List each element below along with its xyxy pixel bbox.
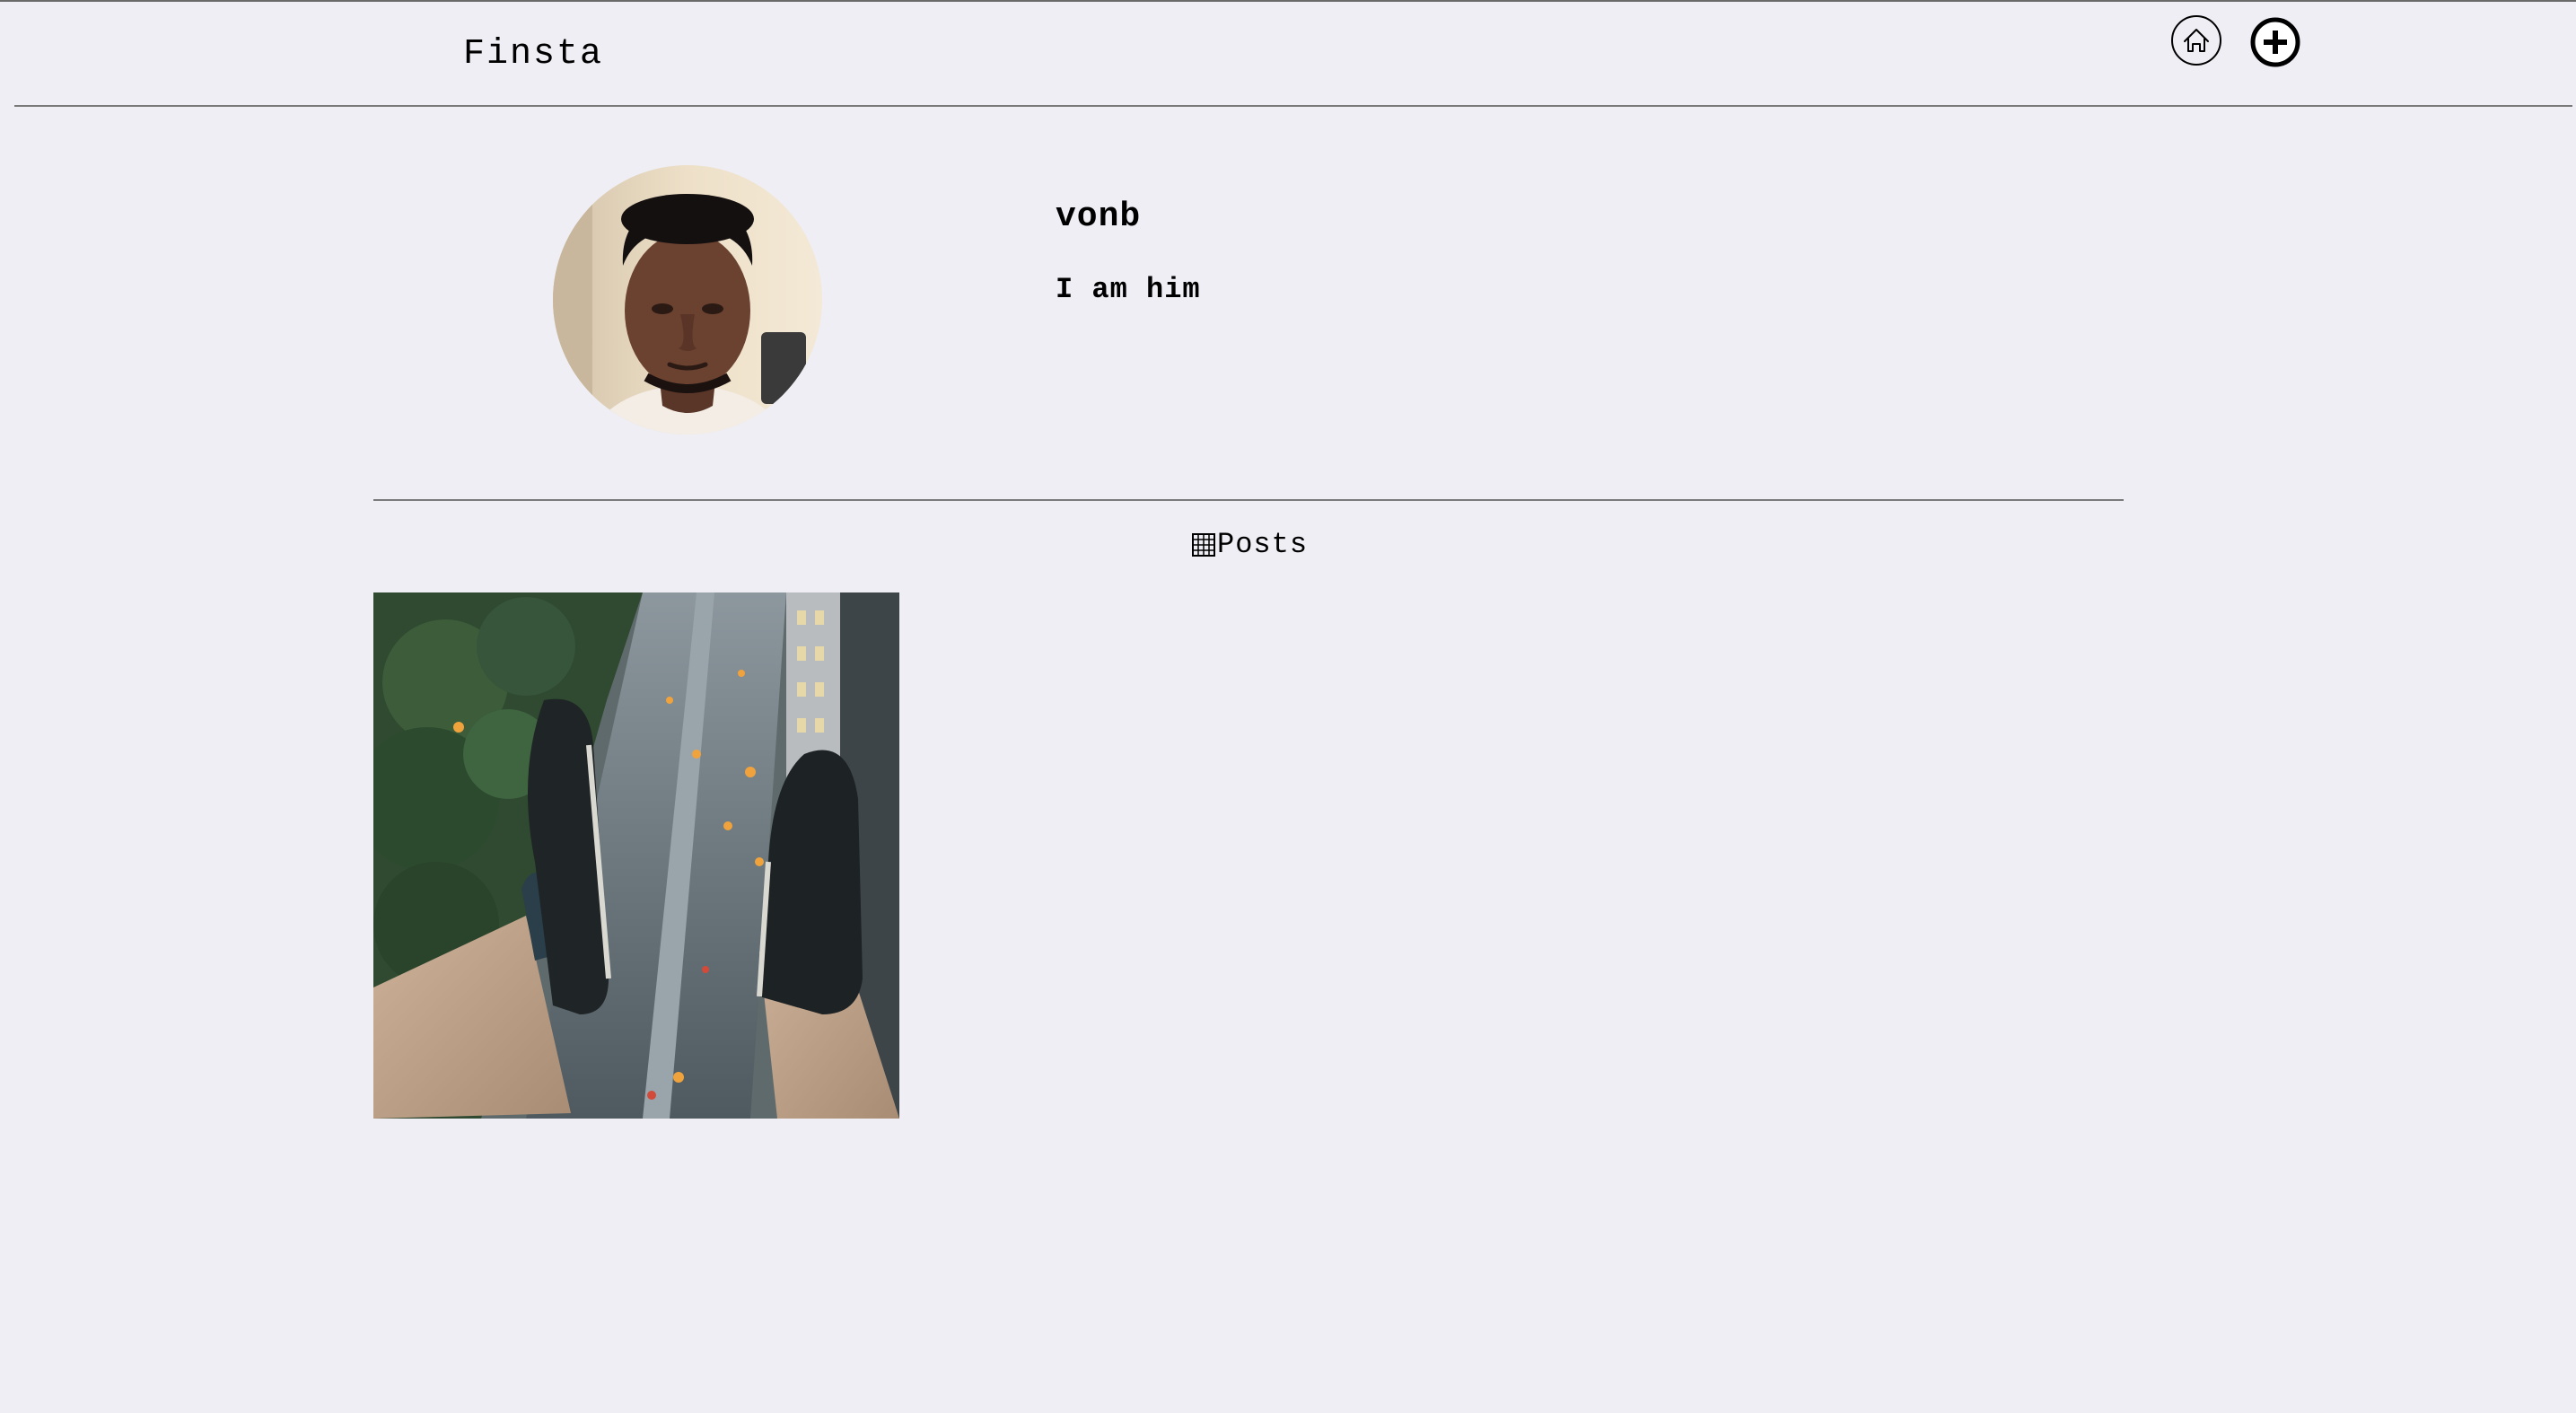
header-divider <box>14 105 2572 107</box>
tab-posts-label: Posts <box>1217 528 1309 561</box>
tab-posts[interactable]: Posts <box>1192 528 1308 561</box>
avatar[interactable] <box>553 165 822 434</box>
add-circle-icon[interactable] <box>2249 16 2301 68</box>
post-thumbnail[interactable] <box>373 592 899 1119</box>
profile-divider <box>373 499 2124 501</box>
profile-page: Finsta vonb I am him Posts <box>0 0 2576 1413</box>
profile-bio: I am him <box>1056 273 1201 306</box>
profile-username: vonb <box>1056 197 1142 236</box>
grid-icon <box>1192 532 1215 557</box>
window-top-border <box>0 0 2576 2</box>
home-icon[interactable] <box>2170 14 2222 66</box>
app-logo[interactable]: Finsta <box>463 34 603 75</box>
